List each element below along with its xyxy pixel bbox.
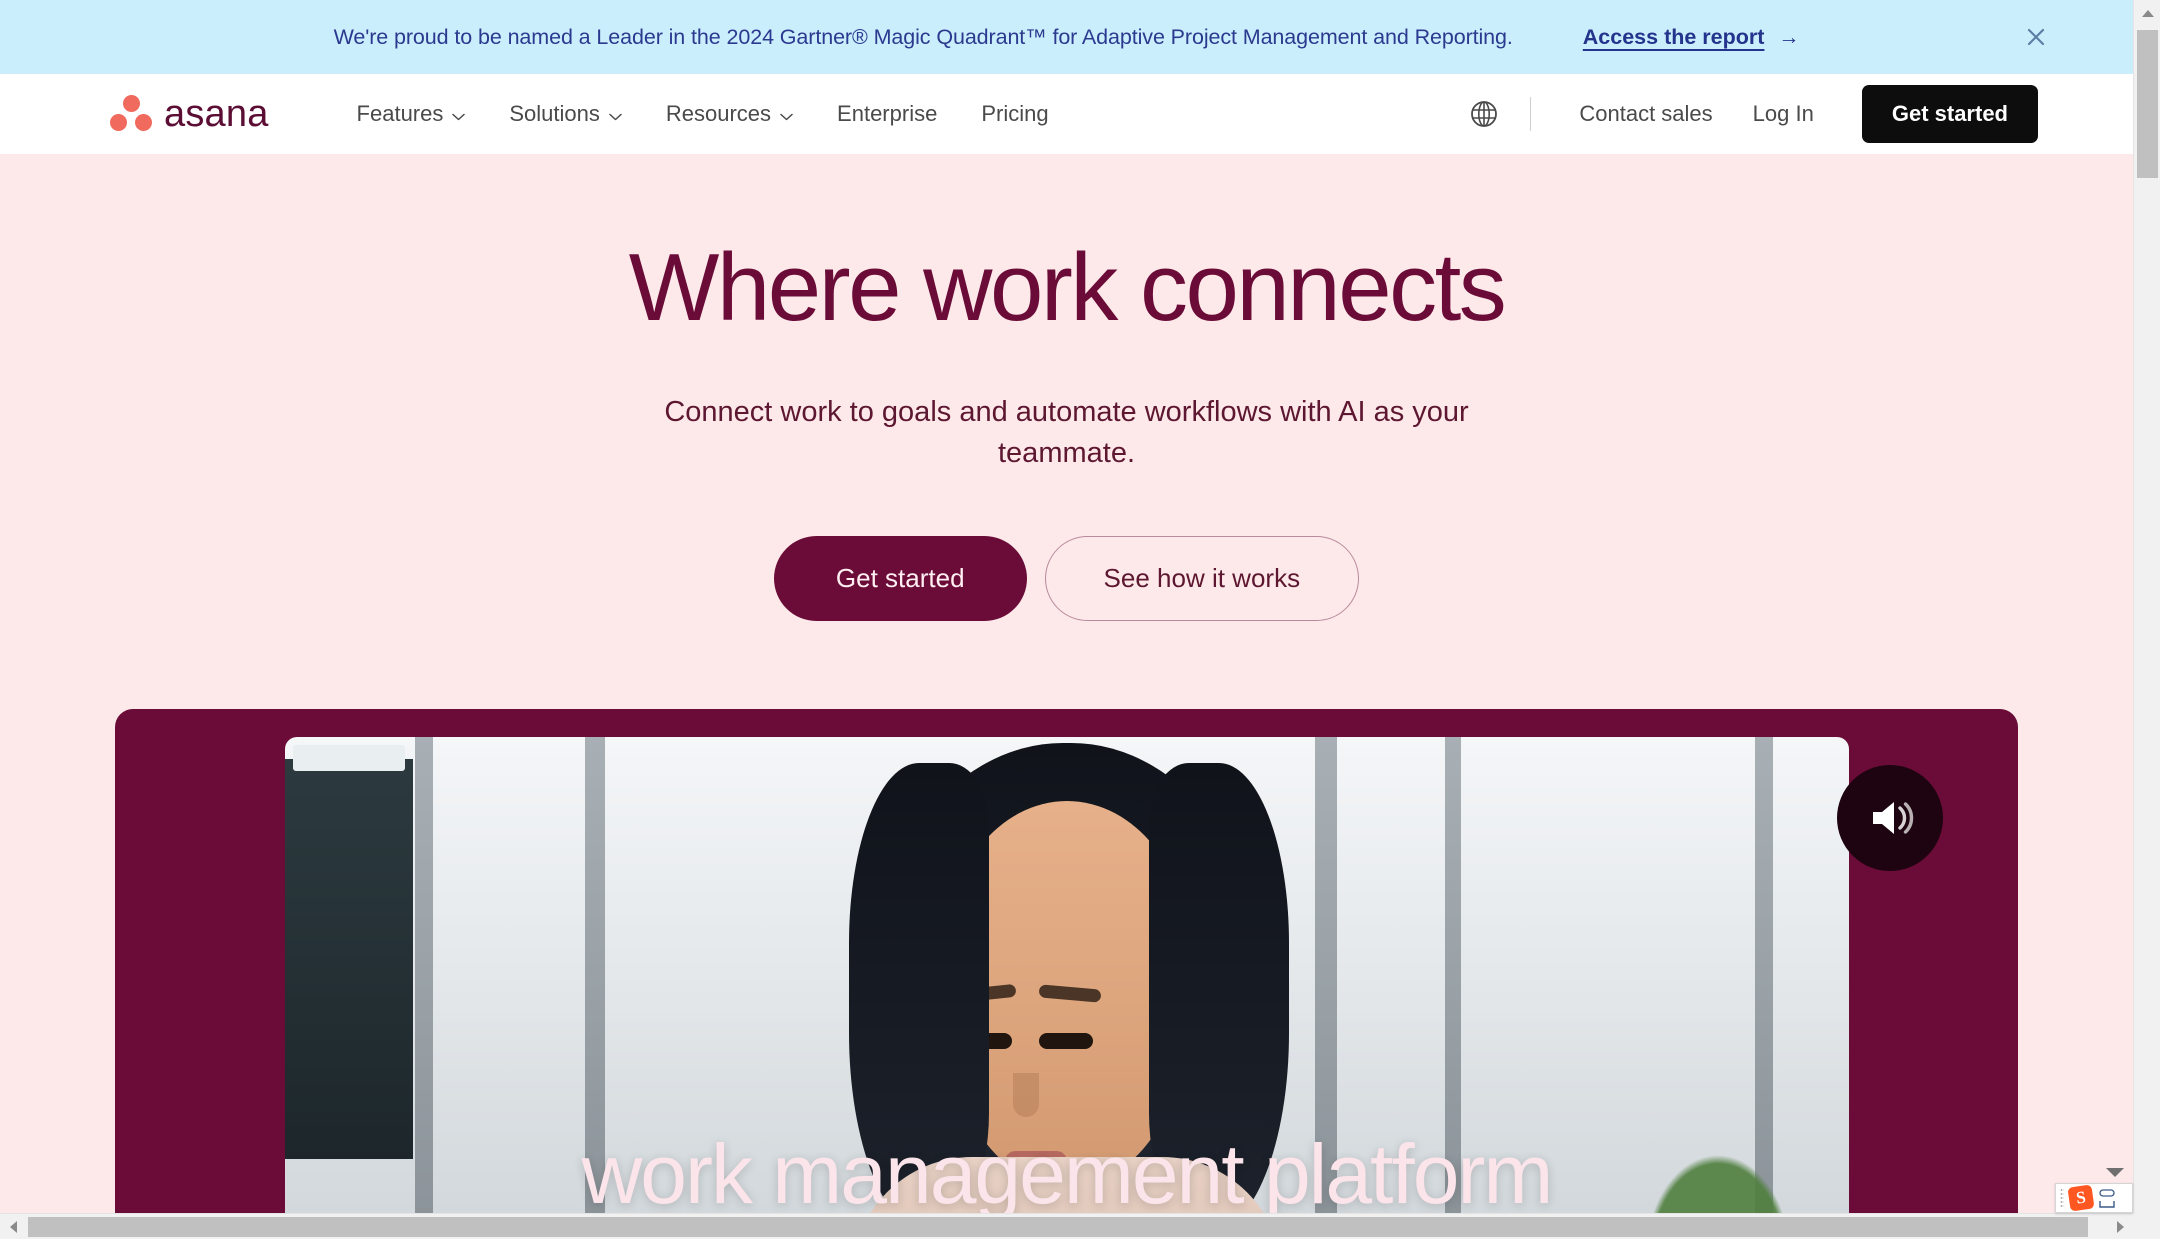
snagit-logo-icon[interactable]: S [2067, 1184, 2095, 1212]
capture-region-icon[interactable] [2098, 1188, 2116, 1197]
nav-item-features[interactable]: Features [335, 74, 488, 154]
nav-divider [1530, 97, 1532, 131]
page-title: Where work connects [628, 234, 1507, 341]
asana-logo[interactable]: asana [110, 93, 269, 136]
snagit-capture-widget[interactable]: S [2055, 1183, 2133, 1213]
vertical-scrollbar[interactable] [2133, 0, 2160, 1213]
chevron-down-icon [452, 74, 466, 154]
page-viewport: We're proud to be named a Leader in the … [0, 0, 2133, 1213]
get-started-button[interactable]: Get started [773, 536, 1027, 622]
nav-right-group: Contact sales Log In Get started [1464, 74, 2133, 154]
chevron-down-icon [609, 74, 622, 154]
access-report-link[interactable]: Access the report → [1583, 25, 1800, 50]
get-started-nav-button[interactable]: Get started [1861, 85, 2038, 143]
hero-section: Where work connects Connect work to goal… [0, 154, 2133, 1213]
speaker-on-icon[interactable] [1837, 765, 1943, 872]
scroll-right-arrow[interactable] [2107, 1214, 2133, 1239]
announcement-banner: We're proud to be named a Leader in the … [0, 0, 2133, 74]
snagit-tool-group [2098, 1188, 2116, 1208]
chevron-down-icon [780, 74, 793, 154]
announcement-banner-text: We're proud to be named a Leader in the … [333, 24, 1513, 49]
log-in-link[interactable]: Log In [1733, 74, 1834, 154]
nav-item-resources-label: Resources [665, 101, 772, 126]
nav-links: Features Solutions Resources Enterprise … [335, 74, 1071, 154]
main-navigation: asana Features Solutions Resources Enter… [0, 74, 2133, 154]
nav-item-enterprise[interactable]: Enterprise [815, 74, 959, 154]
background-monitor [284, 745, 413, 1160]
nav-item-solutions-label: Solutions [509, 101, 600, 126]
capture-panoramic-icon[interactable] [2098, 1199, 2116, 1208]
vertical-scrollbar-thumb[interactable] [2137, 30, 2158, 178]
scrollbar-corner [2133, 1213, 2160, 1239]
hero-cta-group: Get started See how it works [0, 536, 2133, 622]
nav-item-resources[interactable]: Resources [644, 74, 815, 154]
nav-item-pricing[interactable]: Pricing [959, 74, 1070, 154]
access-report-link-label: Access the report [1582, 24, 1765, 49]
horizontal-scrollbar[interactable] [0, 1213, 2133, 1239]
hero-subtitle: Connect work to goals and automate workf… [664, 395, 1469, 469]
globe-icon[interactable] [1464, 94, 1504, 134]
video-caption-text: work management platform [581, 1127, 1554, 1213]
snagit-dropdown-caret-icon[interactable] [2106, 1168, 2124, 1177]
announcement-banner-content: We're proud to be named a Leader in the … [334, 25, 1800, 50]
scroll-up-arrow[interactable] [2134, 0, 2160, 27]
horizontal-scrollbar-thumb[interactable] [28, 1217, 2088, 1237]
arrow-right-icon: → [1778, 25, 1800, 49]
contact-sales-link[interactable]: Contact sales [1559, 74, 1732, 154]
hero-video-player[interactable]: work management platform [284, 737, 1849, 1213]
close-icon[interactable] [2019, 20, 2053, 54]
nav-item-features-label: Features [356, 101, 444, 126]
see-how-it-works-button[interactable]: See how it works [1044, 536, 1360, 622]
asana-logo-icon [110, 94, 152, 134]
asana-logo-text: asana [164, 92, 269, 135]
nav-item-solutions[interactable]: Solutions [487, 74, 644, 154]
browser-page: We're proud to be named a Leader in the … [0, 0, 2160, 1239]
hero-video-frame: work management platform [115, 709, 2018, 1213]
scroll-left-arrow[interactable] [0, 1214, 26, 1239]
drag-handle-icon[interactable] [2060, 1188, 2064, 1208]
